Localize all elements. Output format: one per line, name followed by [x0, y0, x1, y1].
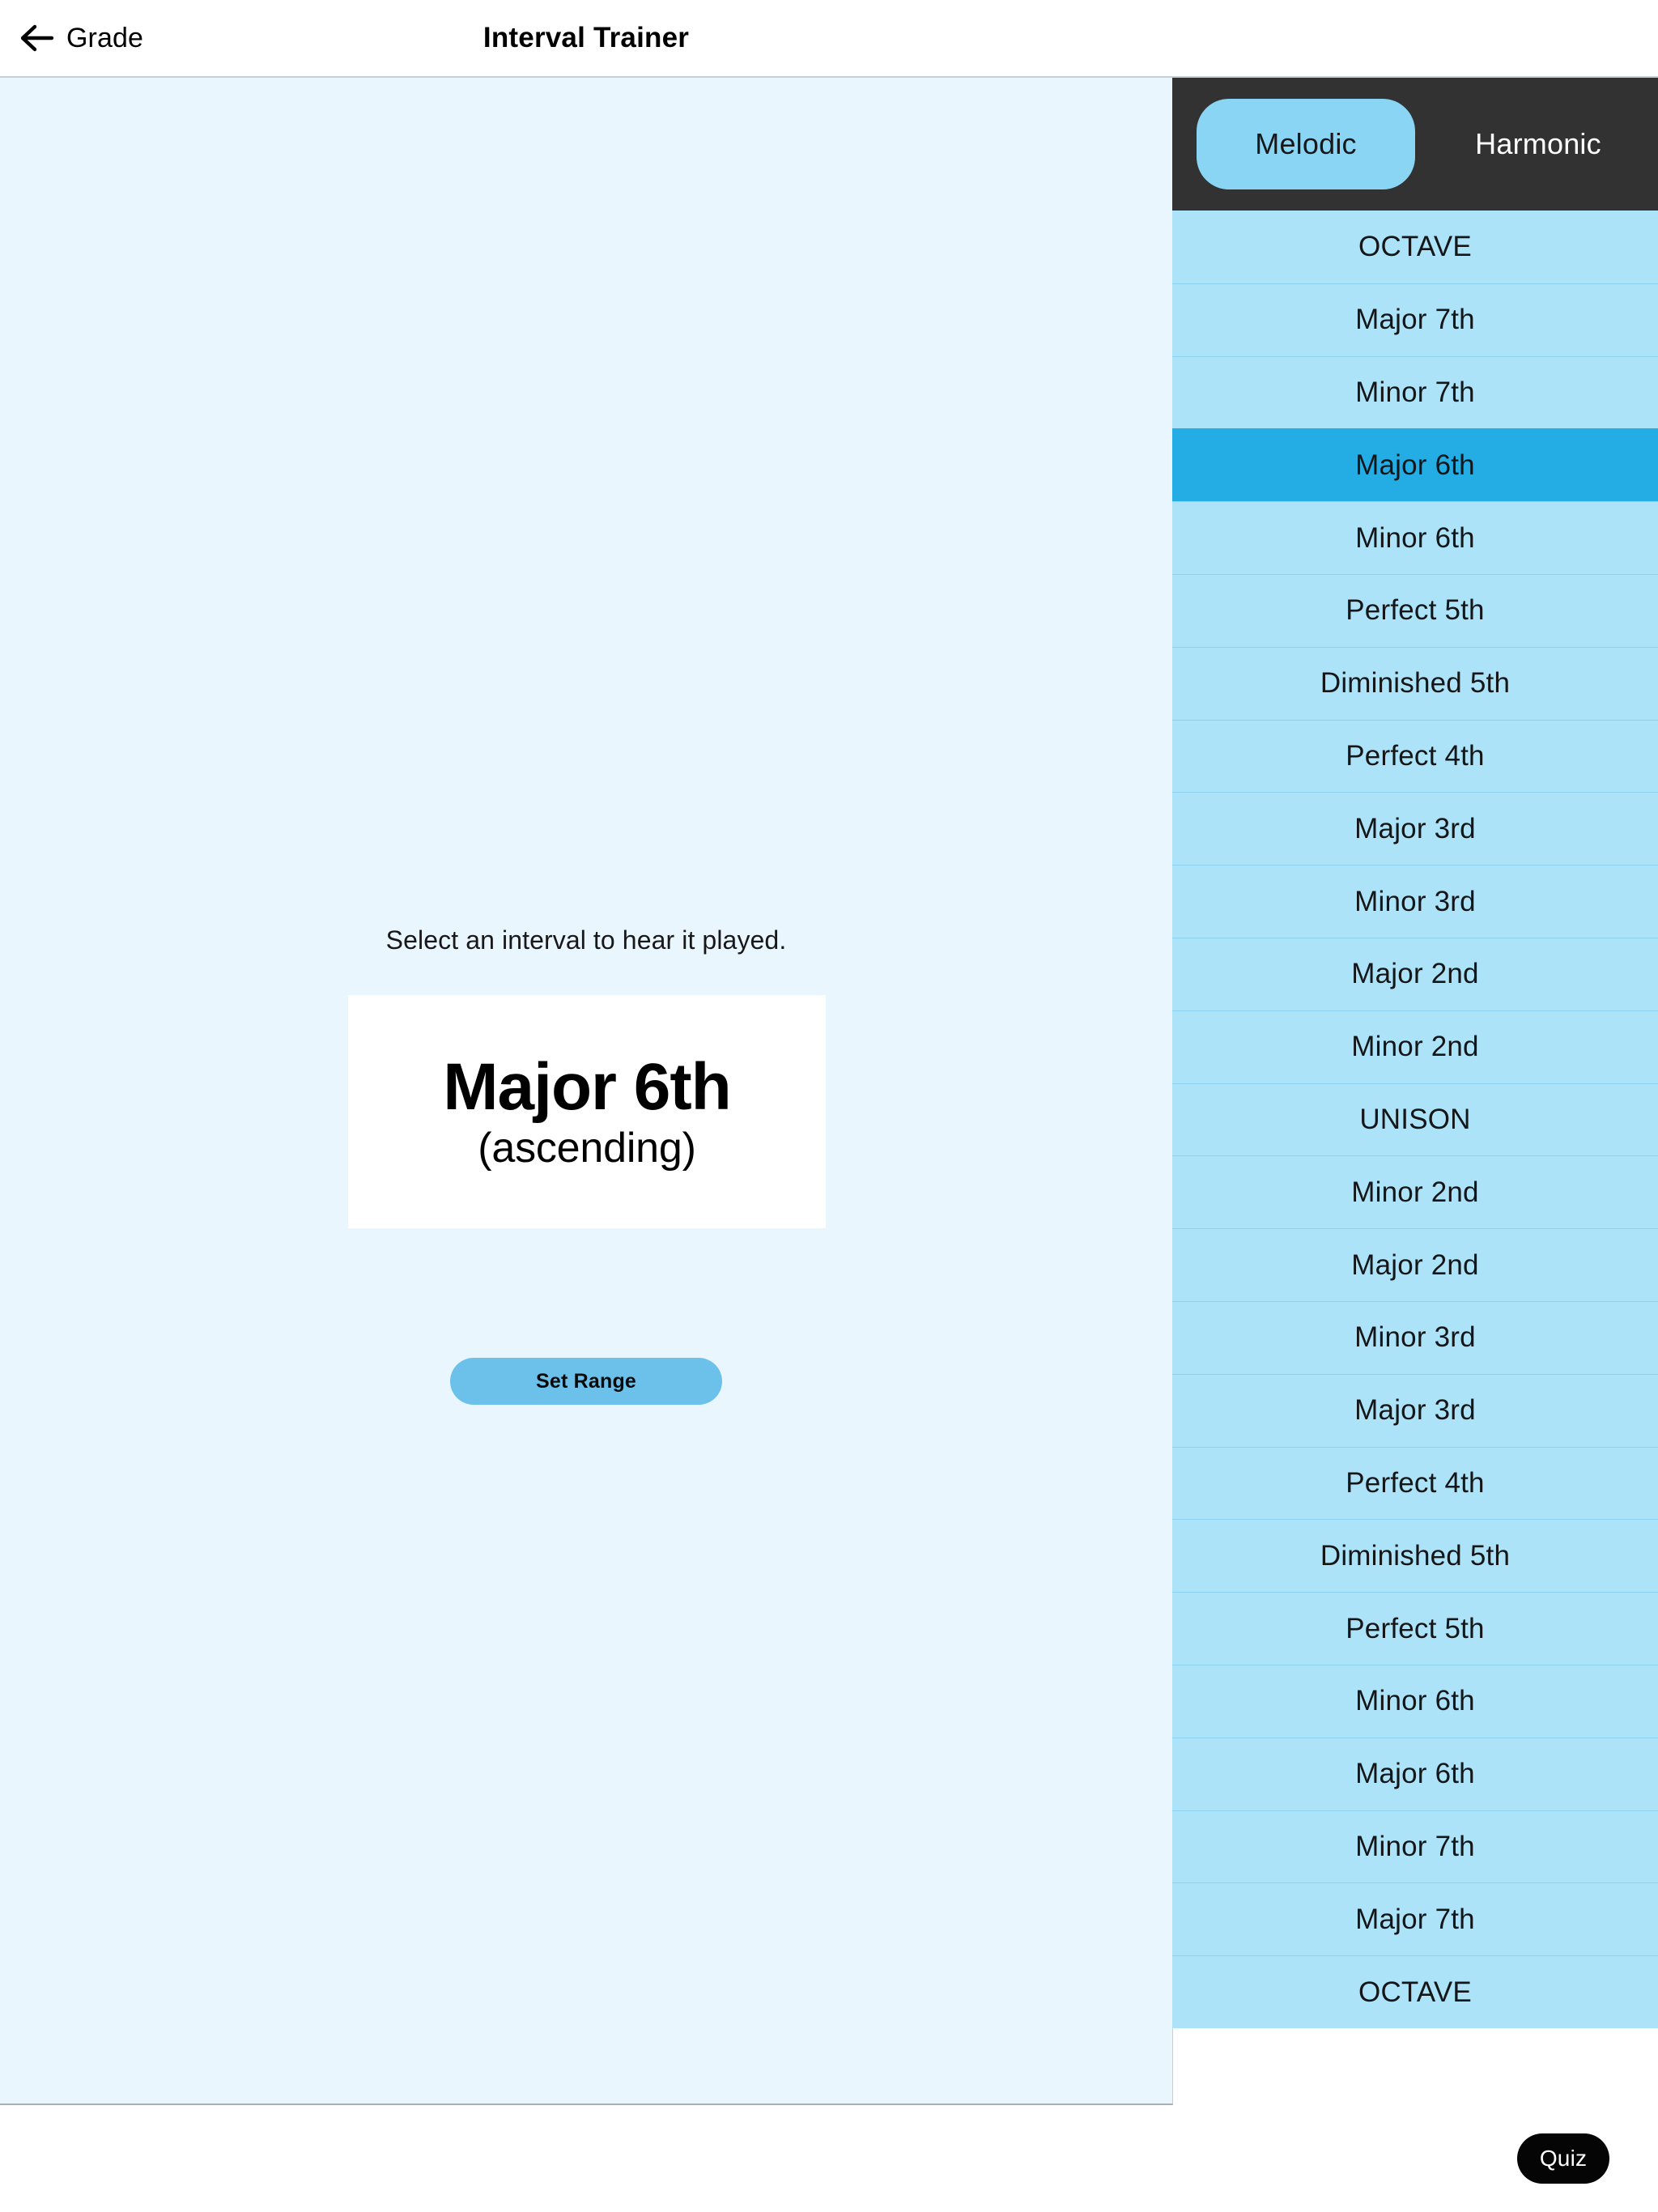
interval-list-item[interactable]: OCTAVE — [1172, 1955, 1658, 2028]
mode-toggle: Melodic Harmonic — [1172, 78, 1658, 211]
interval-list-item[interactable]: Perfect 4th — [1172, 1446, 1658, 1520]
set-range-button[interactable]: Set Range — [450, 1358, 722, 1405]
interval-list-item[interactable]: OCTAVE — [1172, 211, 1658, 283]
interval-list-item[interactable]: Major 2nd — [1172, 937, 1658, 1010]
interval-trainer-screen: Grade Interval Trainer Select an interva… — [0, 0, 1658, 2212]
interval-list-item-label: Minor 2nd — [1351, 1176, 1479, 1208]
navigation-bar: Grade Interval Trainer — [0, 0, 1658, 78]
instruction-text: Select an interval to hear it played. — [385, 925, 787, 955]
interval-list-item[interactable]: Minor 7th — [1172, 1810, 1658, 1883]
interval-list-item[interactable]: Diminished 5th — [1172, 646, 1658, 720]
interval-list-item-label: Major 2nd — [1351, 958, 1479, 990]
interval-list-item-label: OCTAVE — [1358, 1976, 1472, 2008]
interval-list-item[interactable]: Perfect 5th — [1172, 1592, 1658, 1665]
interval-list-item[interactable]: Major 7th — [1172, 283, 1658, 356]
interval-list-item[interactable]: Diminished 5th — [1172, 1519, 1658, 1593]
interval-list: OCTAVE Major 7th Minor 7th Major 6th Minor 6… — [1172, 211, 1658, 2028]
interval-display-panel: Select an interval to hear it played. Ma… — [0, 78, 1173, 2105]
interval-list-item[interactable]: Minor 3rd — [1172, 1300, 1658, 1374]
interval-direction: (ascending) — [478, 1125, 696, 1172]
interval-list-item-label: Perfect 5th — [1346, 1612, 1485, 1644]
interval-list-item-label: UNISON — [1359, 1103, 1471, 1135]
interval-list-item-label: Major 3rd — [1354, 1394, 1476, 1427]
interval-card: Major 6th (ascending) — [348, 995, 826, 1228]
interval-list-item[interactable]: Minor 2nd — [1172, 1155, 1658, 1229]
interval-list-item-label: Major 2nd — [1351, 1249, 1479, 1281]
interval-list-item[interactable]: Major 2nd — [1172, 1228, 1658, 1301]
interval-list-item-label: Major 6th — [1355, 1758, 1475, 1790]
interval-list-item[interactable]: Perfect 4th — [1172, 719, 1658, 793]
interval-list-item-label: Minor 7th — [1355, 1830, 1475, 1862]
interval-list-item[interactable]: Minor 6th — [1172, 1664, 1658, 1738]
interval-sidebar: Melodic Harmonic OCTAVE Major 7th Minor 7t… — [1172, 78, 1658, 2028]
interval-list-item-label: Major 6th — [1355, 449, 1475, 481]
interval-list-item[interactable]: Minor 6th — [1172, 501, 1658, 574]
interval-list-item-label: Major 7th — [1355, 304, 1475, 336]
interval-name: Major 6th — [443, 1050, 731, 1125]
interval-list-item-label: Diminished 5th — [1320, 667, 1511, 700]
interval-list-item-label: Minor 7th — [1355, 376, 1475, 408]
page-title: Interval Trainer — [483, 22, 690, 53]
interval-list-item-label: Minor 6th — [1355, 521, 1475, 554]
interval-list-item[interactable]: Minor 3rd — [1172, 865, 1658, 938]
mode-button-harmonic[interactable]: Harmonic — [1433, 99, 1643, 189]
interval-list-item[interactable]: Major 3rd — [1172, 792, 1658, 866]
interval-list-item-label: Minor 6th — [1355, 1685, 1475, 1717]
interval-list-item-label: OCTAVE — [1358, 230, 1472, 262]
mode-button-melodic[interactable]: Melodic — [1197, 99, 1415, 189]
interval-list-item[interactable]: Major 7th — [1172, 1882, 1658, 1956]
interval-list-item-label: Diminished 5th — [1320, 1539, 1511, 1572]
interval-list-item-label: Minor 3rd — [1354, 1321, 1476, 1354]
interval-list-item-label: Major 7th — [1355, 1903, 1475, 1935]
interval-list-item-label: Minor 3rd — [1354, 885, 1476, 917]
interval-list-item[interactable]: Minor 2nd — [1172, 1010, 1658, 1083]
interval-list-item-label: Major 3rd — [1354, 812, 1476, 844]
interval-list-item[interactable]: Major 6th — [1172, 428, 1658, 502]
quiz-button[interactable]: Quiz — [1517, 2133, 1609, 2184]
interval-list-item[interactable]: Major 3rd — [1172, 1373, 1658, 1447]
interval-list-item[interactable]: Major 6th — [1172, 1737, 1658, 1810]
interval-list-item[interactable]: Minor 7th — [1172, 355, 1658, 429]
interval-list-item-label: Perfect 5th — [1346, 594, 1485, 627]
interval-list-item-label: Perfect 4th — [1346, 1466, 1485, 1499]
interval-list-item-label: Perfect 4th — [1346, 739, 1485, 772]
interval-list-item[interactable]: Perfect 5th — [1172, 573, 1658, 647]
interval-list-item-label: Minor 2nd — [1351, 1031, 1479, 1063]
interval-list-item[interactable]: UNISON — [1172, 1083, 1658, 1156]
